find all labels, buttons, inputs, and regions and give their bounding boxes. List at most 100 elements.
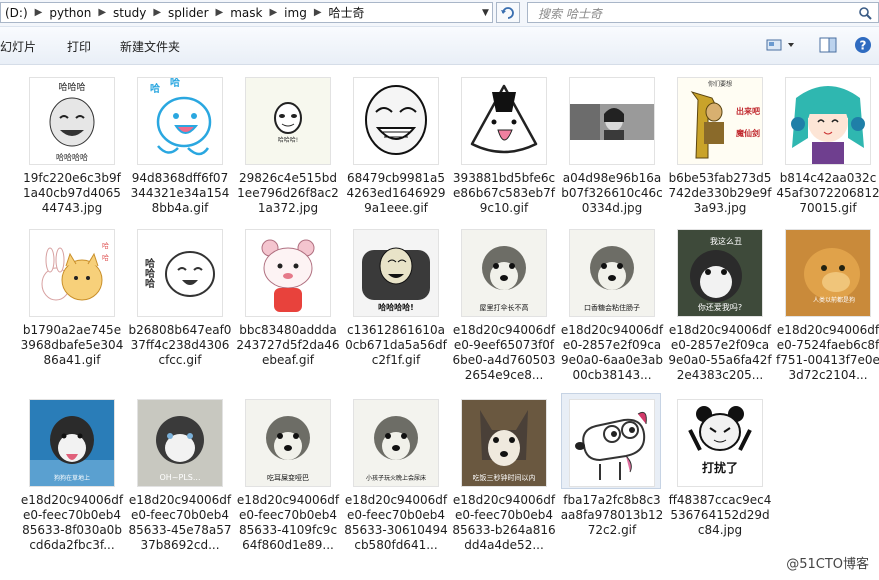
file-list-area[interactable]: 哈哈哈 哈哈哈哈 19fc220e6c3b9f1a40cb97d40654474… [0,65,879,580]
breadcrumb-study[interactable]: study [109,6,150,20]
file-name[interactable]: e18d20c94006dfe0-feec70b0eb485633-b264a8… [452,493,556,553]
thumb-caption: 人类以前都是狗 [813,296,855,304]
thumb-caption: 口香糖会粘住肠子 [584,303,640,312]
panda-chair-haha-icon: 哈哈哈哈! [354,230,438,316]
address-bar-row: (D:) ▶ python ▶ study ▶ splider ▶ mask ▶… [0,0,879,27]
breadcrumb-drive[interactable]: (D:) [1,6,32,20]
breadcrumb-splider[interactable]: splider [164,6,212,20]
preview-pane-icon [819,37,837,53]
preview-pane-button[interactable] [818,35,838,55]
file-item[interactable]: b814c42aa032c45af307220681270015.gif [776,71,879,231]
file-name[interactable]: 19fc220e6c3b9f1a40cb97d406544743.jpg [20,171,124,216]
file-name[interactable]: bbc83480addda243727d5f2da46ebeaf.gif [236,323,340,368]
file-name[interactable]: e18d20c94006dfe0-feec70b0eb485633-4109fc… [236,493,340,553]
watermark: @51CTO博客 [786,557,869,572]
file-name[interactable]: c13612861610a0cb671da5a56dfc2f1f.gif [344,323,448,368]
command-toolbar: 幻灯片 打印 新建文件夹 ? [0,27,879,65]
file-name[interactable]: e18d20c94006dfe0-feec70b0eb485633-306104… [344,493,448,553]
warrior-meme-icon: 你们要想 出来吧 魔仙剑 [678,78,762,164]
thumb-caption: 哈哈哈哈 [56,152,88,162]
pink-bear-icon [246,230,330,316]
breadcrumb-separator-icon[interactable]: ▶ [150,7,164,18]
breadcrumb-python[interactable]: python [45,6,95,20]
slideshow-button[interactable]: 幻灯片 [0,38,36,55]
breadcrumb-separator-icon[interactable]: ▶ [311,7,325,18]
view-options-button[interactable] [764,35,798,55]
file-name[interactable]: e18d20c94006dfe0-7524faeb6c8ff751-00413f… [776,323,879,383]
file-item[interactable]: 我这么丑 你还爱我吗? e18d20c94006dfe0-2857e2f09ca… [668,223,772,383]
help-button[interactable]: ? [853,35,873,55]
address-history-dropdown-icon[interactable]: ▼ [478,2,493,23]
thumb-caption: 小孩子玩火晚上会尿床 [366,474,426,482]
anime-girl-icon [786,78,870,164]
file-item[interactable]: 哈哈哈! 29826c4e515bd1ee796d26f8ac21a372.jp… [236,71,340,231]
husky-photo-icon: 口香糖会粘住肠子 [570,230,654,316]
file-name[interactable]: b26808b647eaf037ff4c238d4306cfcc.gif [128,323,232,368]
thumb-caption: 打扰了 [702,460,738,475]
file-item[interactable]: 393881bd5bfe6ce86b67c583eb7f9c10.gif [452,71,556,231]
file-item[interactable]: 哈哈哈 b26808b647eaf037ff4c238d4306cfcc.gif [128,223,232,383]
breadcrumb-mask[interactable]: mask [226,6,266,20]
file-item[interactable]: 吃饭三秒钟时间以内 e18d20c94006dfe0-feec70b0eb485… [452,393,556,553]
breadcrumb-current-folder[interactable]: 哈士奇 [325,4,369,21]
husky-photo-icon: 我这么丑 你还爱我吗? [678,230,762,316]
laughing-rage-face-icon [354,78,438,164]
address-bar[interactable]: (D:) ▶ python ▶ study ▶ splider ▶ mask ▶… [0,2,493,23]
cartoon-dog-icon [570,400,654,486]
file-item[interactable]: 小孩子玩火晚上会尿床 e18d20c94006dfe0-feec70b0eb48… [344,393,448,553]
file-name[interactable]: e18d20c94006dfe0-2857e2f09ca9e0a0-6aa0e3… [560,323,664,383]
file-item[interactable]: OH~PLS... e18d20c94006dfe0-feec70b0eb485… [128,393,232,553]
file-name[interactable]: e18d20c94006dfe0-feec70b0eb485633-45e78a… [128,493,232,553]
file-item[interactable]: 吃耳屎变哑巴 e18d20c94006dfe0-feec70b0eb485633… [236,393,340,553]
search-placeholder: 搜索 哈士奇 [538,7,602,21]
file-name[interactable]: ff48387ccac9ec4536764152d29dc84.jpg [668,493,772,538]
search-input[interactable]: 搜索 哈士奇 [527,2,879,23]
file-name[interactable]: b1790a2ae745e3968dbafe5e30486a41.gif [20,323,124,368]
husky-photo-icon: OH~PLS... [138,400,222,486]
new-folder-button[interactable]: 新建文件夹 [120,38,180,55]
thumb-caption: 魔仙剑 [735,128,760,138]
file-name[interactable]: e18d20c94006dfe0-feec70b0eb485633-8f030a… [20,493,124,553]
file-item[interactable]: 人类以前都是狗 e18d20c94006dfe0-7524faeb6c8ff75… [776,223,879,383]
breadcrumb-separator-icon[interactable]: ▶ [95,7,109,18]
file-name[interactable]: 393881bd5bfe6ce86b67c583eb7f9c10.gif [452,171,556,216]
print-button[interactable]: 打印 [67,38,91,55]
file-name[interactable]: 68479cb9981a54263ed16469299a1eee.gif [344,171,448,216]
file-item[interactable]: 哈 哈 b1790a2ae745e3968dbafe5e30486a41.gif [20,223,124,383]
file-item[interactable]: 哈哈哈 哈哈哈哈 19fc220e6c3b9f1a40cb97d40654474… [20,71,124,231]
refresh-icon [501,6,514,19]
file-name[interactable]: a04d98e96b16ab07f326610c46c0334d.jpg [560,171,664,216]
thumb-caption: 吃耳屎变哑巴 [267,473,309,482]
file-item[interactable]: 狗狗在草地上 e18d20c94006dfe0-feec70b0eb485633… [20,393,124,553]
file-item[interactable]: 屋里打伞长不高 e18d20c94006dfe0-9eef65073f0f6be… [452,223,556,383]
thumb-caption: 屋里打伞长不高 [480,303,529,312]
file-item[interactable]: 哈哈哈哈! c13612861610a0cb671da5a56dfc2f1f.g… [344,223,448,383]
help-icon: ? [855,37,871,53]
file-name[interactable]: e18d20c94006dfe0-2857e2f09ca9e0a0-55a6fa… [668,323,772,383]
thumb-caption: 哈哈哈 [58,81,85,93]
breadcrumb-separator-icon[interactable]: ▶ [213,7,227,18]
svg-text:?: ? [860,39,867,53]
file-item-selected[interactable]: fba17a2fc8b8c3aa8fa978013b1272c2.gif [560,393,664,553]
file-item[interactable]: 哈 哈 94d8368dff6f07344321e34a1548bb4a.gif [128,71,232,231]
refresh-button[interactable] [496,2,520,23]
thumb-caption: OH~PLS... [159,473,200,482]
breadcrumb-separator-icon[interactable]: ▶ [266,7,280,18]
file-item[interactable]: 打扰了 ff48387ccac9ec4536764152d29dc84.jpg [668,393,772,553]
file-item[interactable]: bbc83480addda243727d5f2da46ebeaf.gif [236,223,340,383]
file-name[interactable]: b6be53fab273d5742de330b29e9f3a93.jpg [668,171,772,216]
file-item[interactable]: 口香糖会粘住肠子 e18d20c94006dfe0-2857e2f09ca9e0… [560,223,664,383]
husky-photo-icon: 狗狗在草地上 [30,400,114,486]
file-name[interactable]: 94d8368dff6f07344321e34a1548bb4a.gif [128,171,232,216]
file-item[interactable]: 你们要想 出来吧 魔仙剑 b6be53fab273d5742de330b29e9… [668,71,772,231]
file-name[interactable]: e18d20c94006dfe0-9eef65073f0f6be0-a4d760… [452,323,556,383]
file-item[interactable]: a04d98e96b16ab07f326610c46c0334d.jpg [560,71,664,231]
file-name[interactable]: fba17a2fc8b8c3aa8fa978013b1272c2.gif [560,493,664,538]
file-name[interactable]: b814c42aa032c45af307220681270015.gif [776,171,879,216]
file-item[interactable]: 68479cb9981a54263ed16469299a1eee.gif [344,71,448,231]
breadcrumb-img[interactable]: img [280,6,311,20]
file-name[interactable]: 29826c4e515bd1ee796d26f8ac21a372.jpg [236,171,340,216]
breadcrumb-separator-icon[interactable]: ▶ [32,7,46,18]
search-icon[interactable] [858,6,872,20]
cartoon-blue-creature-icon: 哈 哈 [138,78,222,164]
